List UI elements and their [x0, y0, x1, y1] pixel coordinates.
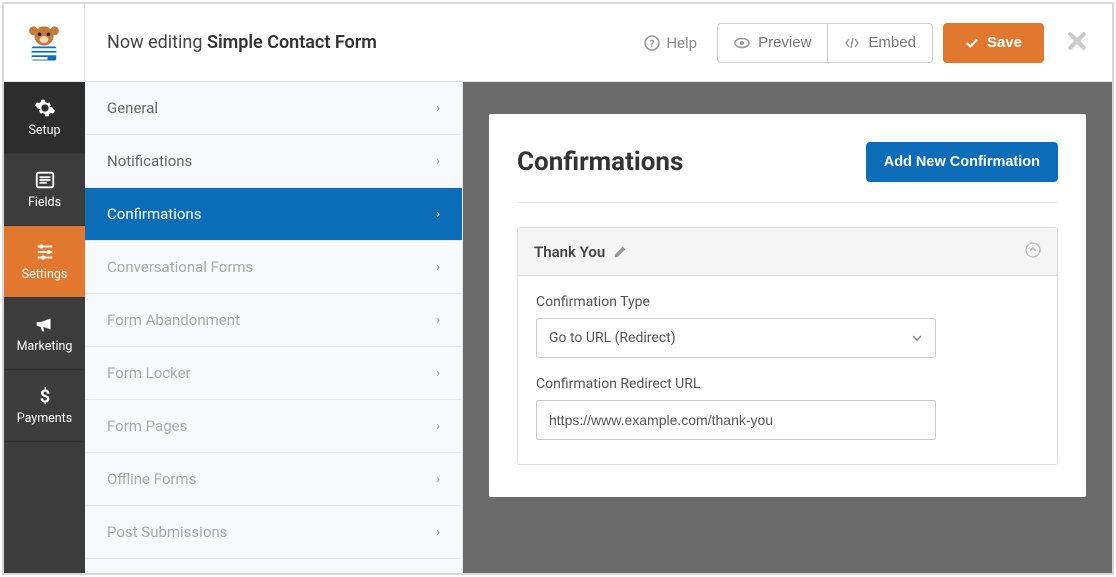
svg-text:$: $ — [39, 386, 50, 407]
nav-label: Settings — [22, 267, 68, 282]
chevron-right-icon: › — [436, 525, 440, 540]
chevron-right-icon: › — [436, 472, 440, 487]
sliders-icon — [34, 241, 56, 263]
gear-icon — [34, 97, 56, 119]
confirmation-type-label: Confirmation Type — [536, 294, 1039, 310]
nav-label: Fields — [28, 195, 61, 210]
nav-label: Marketing — [17, 339, 73, 354]
embed-button[interactable]: Embed — [827, 23, 933, 63]
chevron-right-icon: › — [436, 101, 440, 116]
submenu-item-form-abandonment[interactable]: Form Abandonment› — [85, 294, 462, 347]
chevron-up-icon[interactable] — [1025, 242, 1041, 262]
list-icon — [34, 169, 56, 191]
chevron-down-icon — [911, 332, 923, 344]
panel-header[interactable]: Thank You — [518, 228, 1057, 276]
check-icon — [965, 36, 979, 50]
nav-label: Payments — [17, 411, 72, 426]
confirmation-type-select[interactable]: Go to URL (Redirect) — [536, 318, 936, 358]
nav-item-fields[interactable]: Fields — [4, 154, 85, 226]
dollar-icon: $ — [34, 385, 56, 407]
nav-label: Setup — [28, 123, 60, 138]
help-label: Help — [666, 34, 697, 52]
chevron-right-icon: › — [436, 154, 440, 169]
left-nav: Setup Fields Settings Marketing $ Paymen… — [4, 82, 85, 573]
code-icon — [844, 35, 860, 51]
submenu-item-notifications[interactable]: Notifications› — [85, 135, 462, 188]
help-icon: ? — [644, 35, 660, 51]
topbar: Now editing Simple Contact Form ? Help P… — [4, 4, 1112, 82]
redirect-url-input[interactable] — [536, 400, 936, 440]
content-area: Confirmations Add New Confirmation Thank… — [463, 82, 1112, 573]
megaphone-icon — [34, 313, 56, 335]
form-name[interactable]: Simple Contact Form — [207, 32, 377, 53]
confirmation-panel: Thank You Confirmation Type Go to URL (R… — [517, 227, 1058, 465]
save-button[interactable]: Save — [943, 23, 1044, 63]
editing-label: Now editing Simple Contact Form — [85, 32, 377, 53]
redirect-url-label: Confirmation Redirect URL — [536, 376, 1039, 392]
chevron-right-icon: › — [436, 260, 440, 275]
nav-item-setup[interactable]: Setup — [4, 82, 85, 154]
nav-item-marketing[interactable]: Marketing — [4, 298, 85, 370]
help-link[interactable]: ? Help — [644, 34, 697, 52]
app-logo[interactable] — [4, 4, 85, 82]
pencil-icon[interactable] — [613, 245, 627, 259]
settings-submenu: General› Notifications› Confirmations› C… — [85, 82, 463, 573]
editing-prefix: Now editing — [107, 32, 202, 53]
preview-button[interactable]: Preview — [717, 23, 827, 63]
select-value: Go to URL (Redirect) — [549, 330, 676, 346]
chevron-right-icon: › — [436, 366, 440, 381]
close-icon[interactable] — [1066, 26, 1088, 59]
submenu-item-confirmations[interactable]: Confirmations› — [85, 188, 462, 241]
submenu-item-offline-forms[interactable]: Offline Forms› — [85, 453, 462, 506]
embed-label: Embed — [868, 34, 916, 51]
save-label: Save — [987, 34, 1022, 51]
panel-name: Thank You — [534, 243, 605, 261]
confirmations-card: Confirmations Add New Confirmation Thank… — [489, 114, 1086, 497]
submenu-item-post-submissions[interactable]: Post Submissions› — [85, 506, 462, 559]
submenu-item-form-pages[interactable]: Form Pages› — [85, 400, 462, 453]
card-title: Confirmations — [517, 147, 683, 177]
submenu-item-conversational-forms[interactable]: Conversational Forms› — [85, 241, 462, 294]
chevron-right-icon: › — [436, 313, 440, 328]
eye-icon — [734, 35, 750, 51]
submenu-item-form-locker[interactable]: Form Locker› — [85, 347, 462, 400]
preview-label: Preview — [758, 34, 811, 51]
nav-item-settings[interactable]: Settings — [4, 226, 85, 298]
nav-item-payments[interactable]: $ Payments — [4, 370, 85, 442]
add-new-confirmation-button[interactable]: Add New Confirmation — [866, 142, 1058, 182]
submenu-item-general[interactable]: General› — [85, 82, 462, 135]
svg-text:?: ? — [650, 39, 655, 50]
chevron-right-icon: › — [436, 419, 440, 434]
chevron-right-icon: › — [436, 207, 440, 222]
